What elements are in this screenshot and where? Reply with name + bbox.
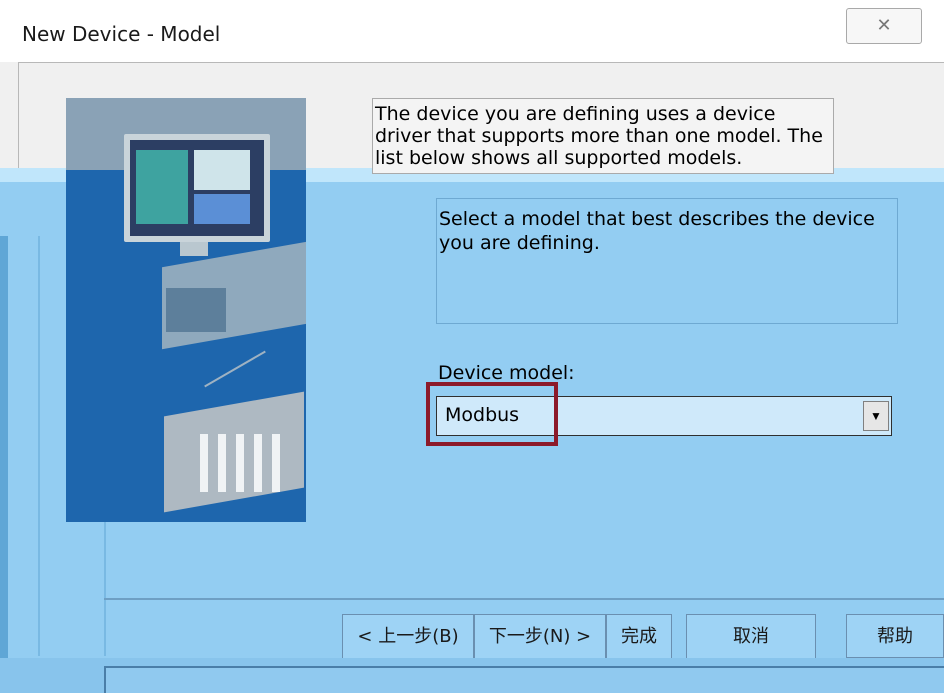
chevron-down-icon[interactable]: ▼ — [863, 401, 889, 431]
cancel-button[interactable]: 取消 — [686, 614, 816, 660]
plc-slot — [218, 434, 226, 492]
cable-line — [204, 350, 266, 388]
plc-slot — [200, 434, 208, 492]
plc-device-icon — [164, 391, 304, 513]
instruction-box: Select a model that best describes the d… — [436, 198, 898, 324]
new-device-model-dialog: New Device - Model ✕ The device you are … — [0, 0, 944, 693]
close-icon: ✕ — [876, 15, 892, 35]
taskbar-inner — [104, 666, 944, 693]
highlight-box — [426, 382, 558, 446]
frame-border-left — [18, 62, 19, 182]
frame-border — [18, 62, 944, 63]
device-illustration — [66, 98, 306, 522]
plc-slot — [254, 434, 262, 492]
tint-edge — [0, 236, 8, 693]
dialog-title: New Device - Model — [22, 22, 221, 46]
description-intro: The device you are defining uses a devic… — [375, 103, 823, 169]
screen-panel — [194, 194, 250, 224]
button-separator — [104, 598, 944, 600]
title-bar: New Device - Model ✕ — [0, 0, 944, 62]
plc-slot — [272, 434, 280, 492]
help-button[interactable]: 帮助 — [846, 614, 944, 658]
screen-panel — [136, 150, 188, 224]
close-button[interactable]: ✕ — [846, 8, 922, 44]
plc-slot — [236, 434, 244, 492]
frame-line — [38, 236, 40, 656]
screen-panel — [194, 150, 250, 190]
monitor-stand — [180, 242, 208, 256]
description-instruction: Select a model that best describes the d… — [439, 208, 875, 254]
back-button[interactable]: < 上一步(B) — [342, 614, 474, 660]
finish-button[interactable]: 完成 — [606, 614, 672, 660]
device-model-label: Device model: — [438, 362, 575, 384]
monitor-icon — [124, 134, 270, 242]
description-box: The device you are defining uses a devic… — [372, 98, 834, 174]
next-button[interactable]: 下一步(N) > — [474, 614, 606, 660]
computer-front — [166, 288, 226, 332]
